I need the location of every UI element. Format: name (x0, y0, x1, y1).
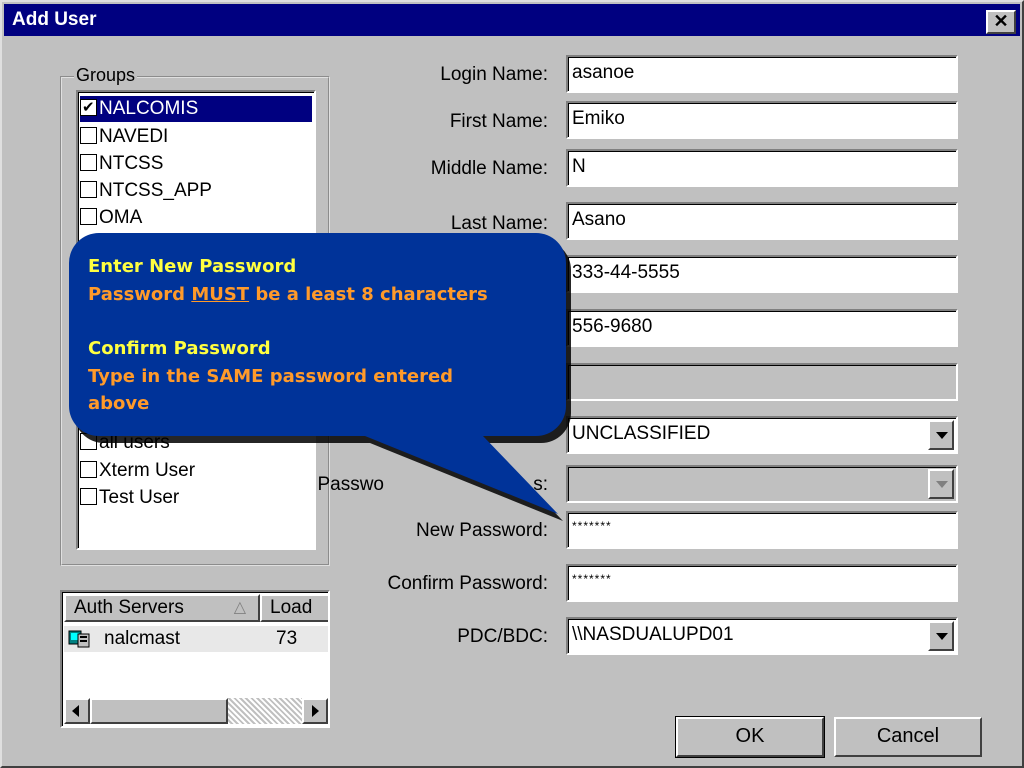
middle-name-label: Middle Name: (430, 158, 548, 179)
user-type-label: all users (99, 432, 170, 453)
auth-server-row[interactable]: nalcmast 73 (64, 626, 328, 652)
server-icon (68, 630, 90, 648)
group-item-label: OMA (99, 207, 143, 228)
checkbox-checked-icon[interactable] (80, 95, 97, 121)
auth-servers-listview[interactable]: Auth Servers △ Load nalcmast 73 (60, 590, 330, 728)
checkbox-icon[interactable] (80, 208, 97, 225)
user-type-label: Test User (99, 487, 180, 508)
callout-emphasis-must: MUST (191, 283, 250, 305)
close-button[interactable]: ✕ (986, 10, 1016, 34)
chevron-down-icon[interactable] (928, 469, 954, 499)
callout-line-must: Password MUST be a least 8 characters (88, 281, 558, 309)
pdc-bdc-value: \\NASDUALUPD01 (572, 624, 734, 645)
group-item-label: NTCSS_APP (99, 180, 212, 201)
login-name-input[interactable]: asanoe (566, 55, 958, 93)
login-name-label: Login Name: (440, 64, 548, 85)
callout-text: Enter New Password Password MUST be a le… (88, 253, 558, 418)
first-name-input[interactable]: Emiko (566, 101, 958, 139)
user-type-item-xterm[interactable]: Xterm User (80, 458, 195, 484)
horizontal-scrollbar[interactable] (64, 698, 328, 724)
group-item-navedi[interactable]: NAVEDI (80, 124, 168, 150)
auth-servers-column-header[interactable]: Auth Servers △ (64, 594, 260, 622)
callout-line-same: Type in the SAME password entered above (88, 365, 454, 415)
group-item-label: NTCSS (99, 153, 164, 174)
user-type-item-all-users[interactable]: all users (80, 430, 170, 456)
window-title: Add User (12, 9, 97, 30)
callout-heading-new-password: Enter New Password (88, 256, 297, 277)
last-name-input[interactable]: Asano (566, 202, 958, 240)
group-item-label: NAVEDI (99, 126, 169, 147)
groups-legend: Groups (74, 65, 138, 86)
callout-line-must-end: be a least 8 characters (249, 283, 488, 305)
new-password-label: New Password: (416, 520, 548, 541)
confirm-password-input[interactable]: ******* (566, 564, 958, 602)
user-type-item-test[interactable]: Test User (80, 485, 179, 511)
password-status-label-end: s: (533, 474, 548, 495)
chevron-down-icon[interactable] (928, 420, 954, 450)
new-password-input[interactable]: ******* (566, 511, 958, 549)
callout-line-must-start: Password (88, 283, 192, 305)
auth-server-name: nalcmast (104, 628, 181, 649)
classification-select[interactable]: UNCLASSIFIED (566, 416, 958, 454)
scroll-thumb[interactable] (90, 698, 228, 724)
checkbox-icon[interactable] (80, 127, 97, 144)
sort-ascending-icon: △ (233, 599, 246, 616)
password-status-label-start: Passwo (317, 474, 384, 495)
cancel-button[interactable]: Cancel (834, 717, 982, 757)
phone-input[interactable]: 556-9680 (566, 309, 958, 347)
pdc-bdc-label: PDC/BDC: (457, 626, 548, 647)
checkbox-icon[interactable] (80, 154, 97, 171)
ok-button[interactable]: OK (675, 716, 825, 758)
checkbox-icon[interactable] (80, 461, 97, 478)
ssn-input[interactable]: 333-44-5555 (566, 255, 958, 293)
group-item-ntcss[interactable]: NTCSS (80, 151, 163, 177)
pdc-bdc-select[interactable]: \\NASDUALUPD01 (566, 617, 958, 655)
confirm-password-label: Confirm Password: (387, 573, 549, 594)
first-name-label: First Name: (449, 111, 548, 132)
last-name-label: Last Name: (450, 213, 548, 234)
password-status-select[interactable] (566, 465, 958, 503)
classification-value: UNCLASSIFIED (572, 423, 711, 444)
group-item-ntcss-app[interactable]: NTCSS_APP (80, 178, 212, 204)
group-item-label: NALCOMIS (99, 98, 199, 119)
left-arrow-icon (72, 705, 79, 717)
user-type-label: Xterm User (99, 460, 196, 481)
callout-heading-confirm-password: Confirm Password (88, 338, 271, 359)
checkbox-icon[interactable] (80, 181, 97, 198)
chevron-down-icon[interactable] (928, 621, 954, 651)
checkbox-icon[interactable] (80, 433, 97, 450)
disabled-input[interactable] (566, 363, 958, 401)
auth-servers-header-label: Auth Servers (74, 597, 184, 618)
scroll-track[interactable] (228, 698, 302, 724)
auth-server-load: 73 (276, 628, 298, 649)
checkbox-icon[interactable] (80, 488, 97, 505)
scroll-left-button[interactable] (64, 698, 90, 724)
group-item-nalcomis[interactable]: NALCOMIS (80, 95, 312, 122)
group-item-oma[interactable]: OMA (80, 205, 142, 231)
middle-name-input[interactable]: N (566, 149, 958, 187)
